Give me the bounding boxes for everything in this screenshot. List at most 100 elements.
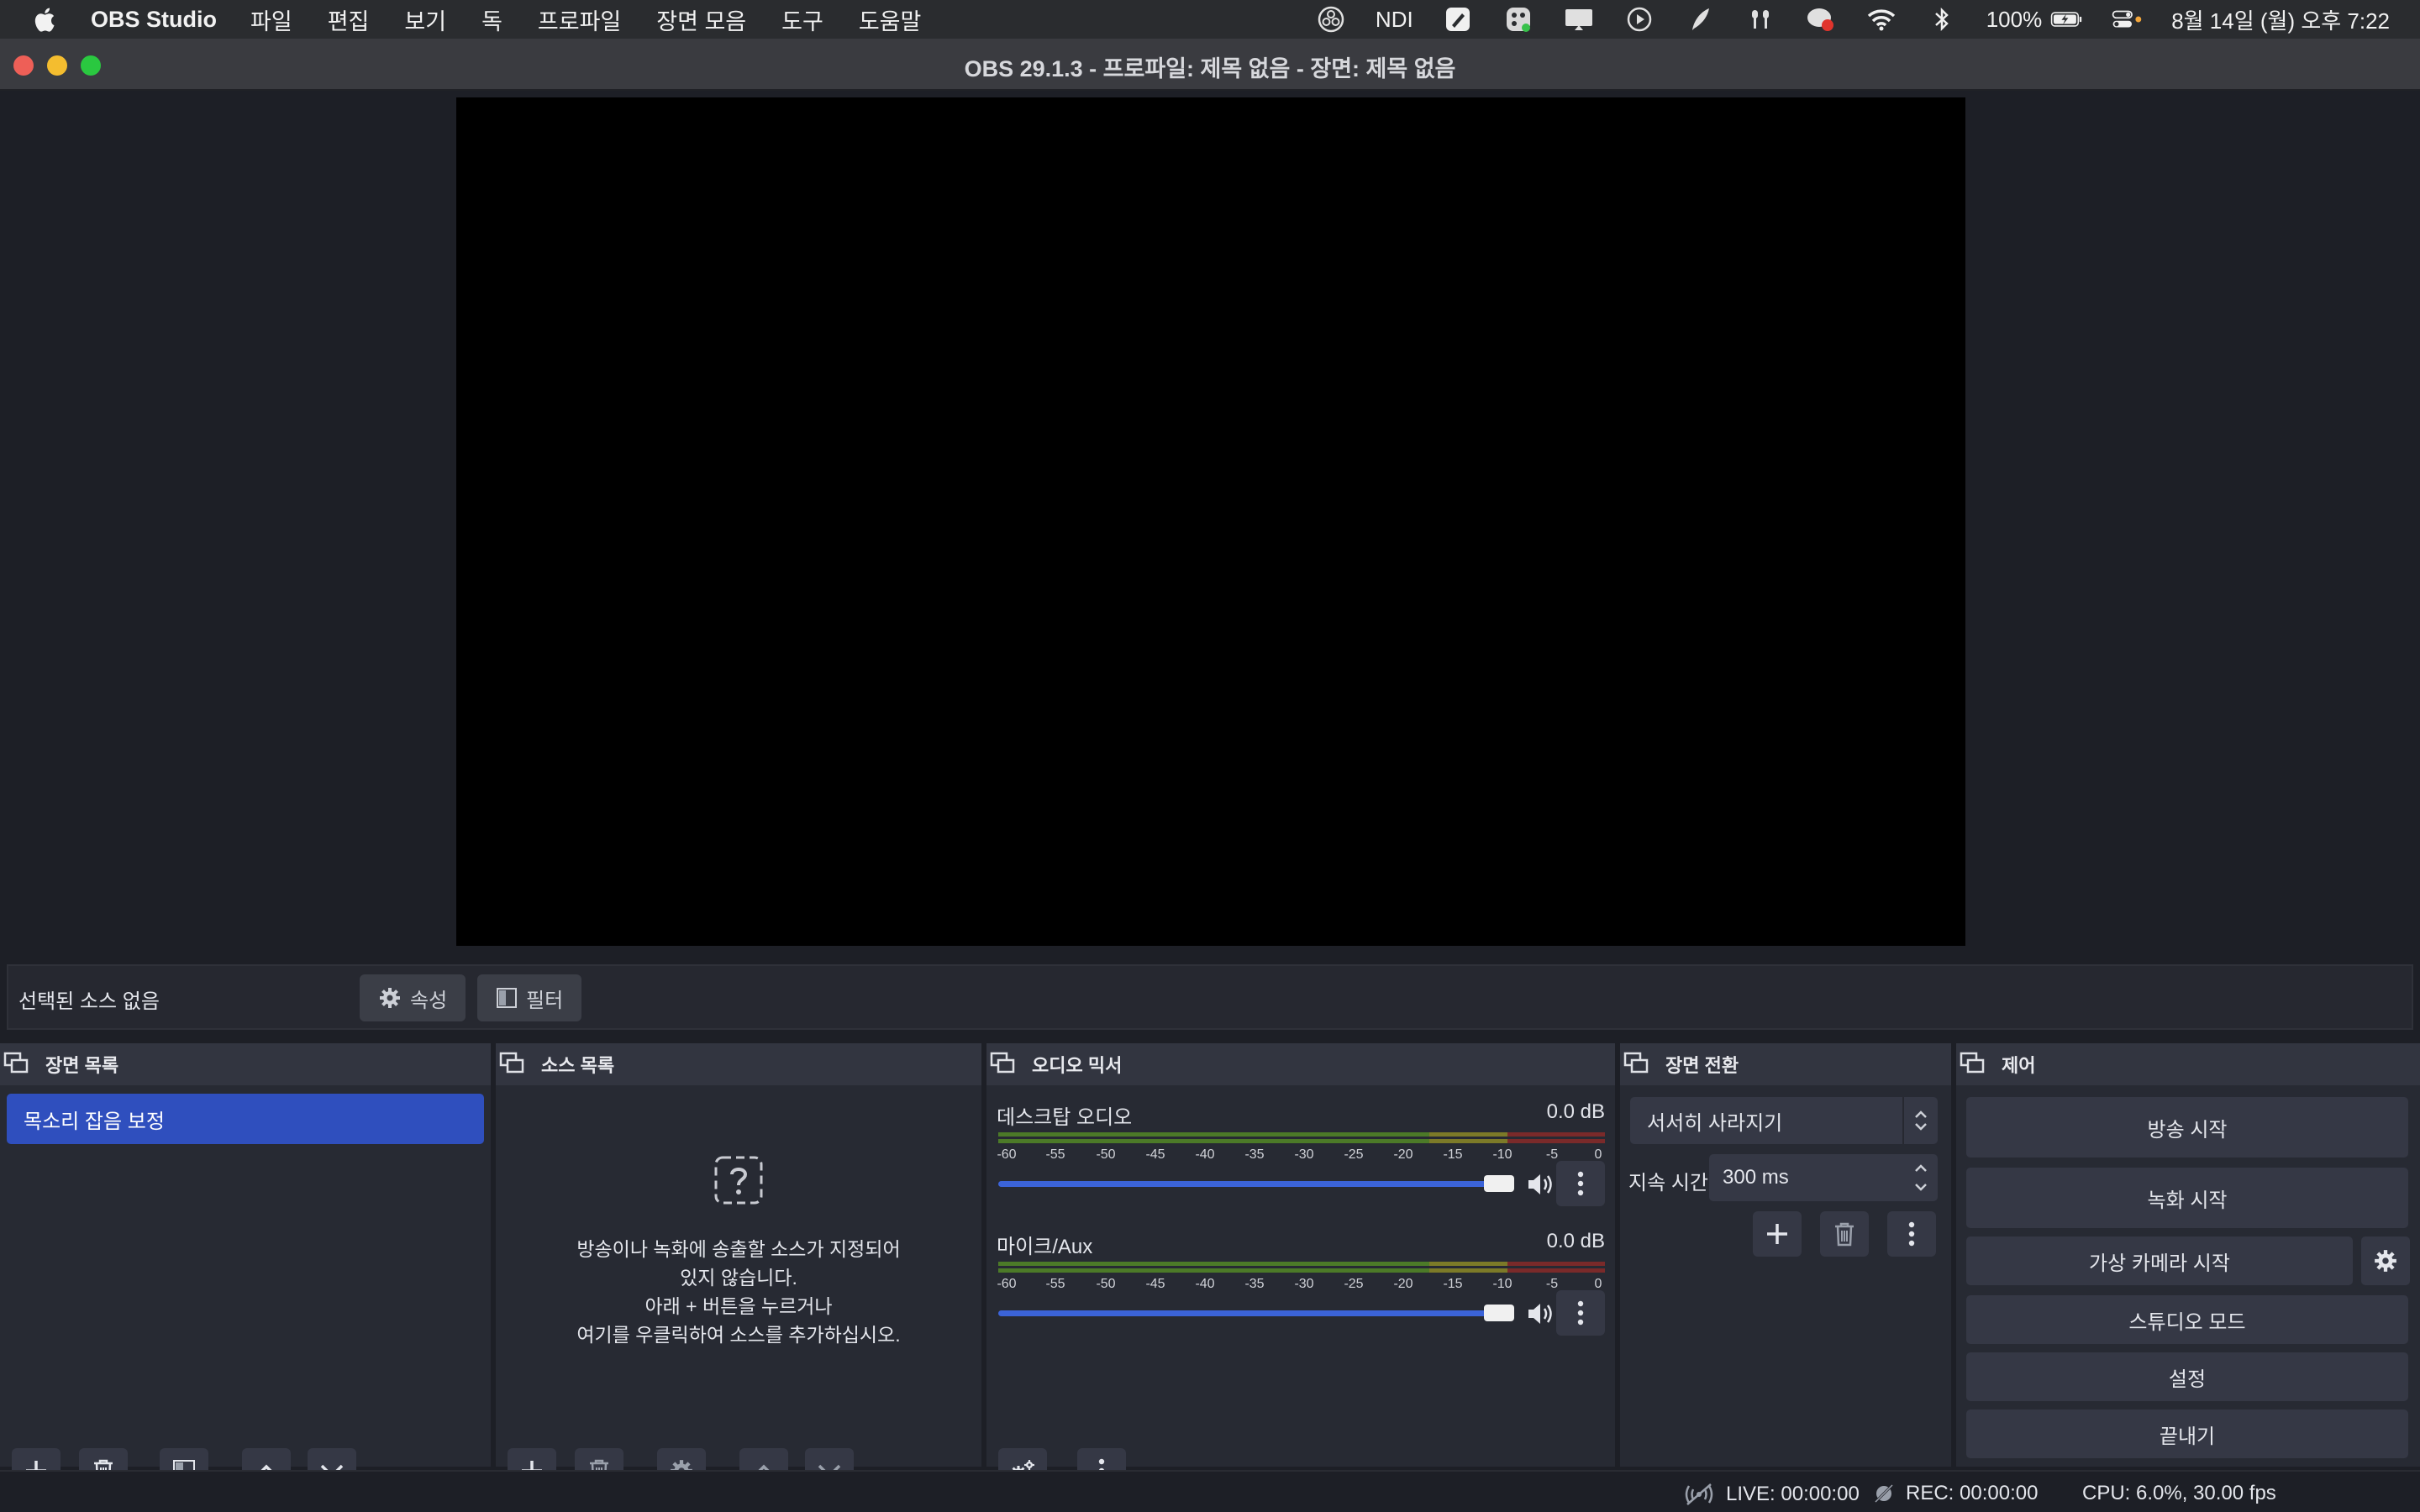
virtual-camera-config-button[interactable]: [2361, 1236, 2410, 1285]
controls-body: 방송 시작 녹화 시작 가상 카메라 시작 스튜디오 모드 설정 끝내기: [1956, 1085, 2420, 1467]
tick-label: -15: [1443, 1147, 1463, 1162]
wifi-tray-icon[interactable]: [1865, 3, 1897, 35]
scenes-dock-header[interactable]: 장면 목록: [0, 1043, 491, 1085]
scenes-list: 목소리 잡음 보정: [0, 1085, 491, 1494]
filters-button[interactable]: 필터: [477, 974, 582, 1021]
start-virtual-camera-button[interactable]: 가상 카메라 시작: [1966, 1236, 2353, 1285]
menu-edit[interactable]: 편집: [328, 3, 370, 36]
broadcast-off-icon: [1685, 1483, 1713, 1505]
tick-label: -30: [1294, 1277, 1314, 1291]
spinner-arrows-icon[interactable]: [1911, 1158, 1931, 1198]
studio-mode-button[interactable]: 스튜디오 모드: [1966, 1295, 2408, 1344]
menu-dock[interactable]: 독: [481, 3, 502, 36]
mixer-channel: 데스크탑 오디오 0.0 dB -60 -55 -50 -45 -40 -35 …: [997, 1100, 1605, 1210]
dock-undock-icon[interactable]: [3, 1052, 30, 1077]
context-bar: 선택된 소스 없음 속성 필터: [7, 964, 2413, 1030]
sources-dock-header[interactable]: 소스 목록: [496, 1043, 981, 1085]
question-icon: [714, 1156, 763, 1205]
sources-empty-line: 여기를 우클릭하여 소스를 추가하십시오.: [576, 1324, 901, 1346]
tick-label: -45: [1145, 1277, 1165, 1291]
dock-undock-icon[interactable]: [990, 1052, 1017, 1077]
ndi-tray-label[interactable]: NDI: [1376, 7, 1413, 33]
menu-scene-collection[interactable]: 장면 모음: [656, 3, 746, 36]
channel-menu-button[interactable]: [1556, 1290, 1605, 1336]
duration-spinbox[interactable]: 300 ms: [1709, 1154, 1938, 1201]
menu-profile[interactable]: 프로파일: [538, 3, 621, 36]
speaker-icon[interactable]: [1526, 1300, 1556, 1327]
volume-slider-handle[interactable]: [1484, 1175, 1514, 1192]
remove-transition-button[interactable]: [1820, 1211, 1869, 1257]
grid-app-tray-icon[interactable]: [1502, 3, 1534, 35]
rec-status: REC: 00:00:00: [1872, 1482, 2038, 1505]
audio-mixer-dock-title: 오디오 믹서: [1032, 1055, 1123, 1076]
tick-label: -10: [1492, 1147, 1512, 1162]
obs-tray-icon[interactable]: [1315, 3, 1347, 35]
live-status: LIVE: 00:00:00: [1682, 1482, 1860, 1507]
tick-label: -30: [1294, 1147, 1314, 1162]
tick-label: -60: [997, 1277, 1017, 1291]
dock-undock-icon[interactable]: [1960, 1052, 1986, 1077]
menu-tools[interactable]: 도구: [781, 3, 823, 36]
chat-tray-icon[interactable]: [1805, 3, 1837, 35]
scene-item[interactable]: 목소리 잡음 보정: [7, 1094, 484, 1144]
duration-value: 300 ms: [1723, 1166, 1789, 1189]
pen-tray-icon[interactable]: [1442, 3, 1474, 35]
tick-label: -60: [997, 1147, 1017, 1162]
channel-menu-button[interactable]: [1556, 1161, 1605, 1206]
tick-label: -15: [1443, 1277, 1463, 1291]
cpu-status: CPU: 6.0%, 30.00 fps: [2082, 1482, 2276, 1505]
control-center-icon[interactable]: [2111, 3, 2143, 35]
filters-label: 필터: [526, 989, 564, 1012]
feather-tray-icon[interactable]: [1684, 3, 1716, 35]
add-transition-button[interactable]: [1753, 1211, 1802, 1257]
status-bar: LIVE: 00:00:00 REC: 00:00:00 CPU: 6.0%, …: [0, 1470, 2420, 1512]
controls-dock-title: 제어: [2002, 1055, 2036, 1076]
menu-clock[interactable]: 8월 14일 (월) 오후 7:22: [2171, 4, 2390, 35]
transition-menu-button[interactable]: [1887, 1211, 1936, 1257]
display-tray-icon[interactable]: [1563, 3, 1595, 35]
channel-name: 마이크/Aux: [997, 1236, 1093, 1258]
menu-file[interactable]: 파일: [250, 3, 292, 36]
transitions-dock-header[interactable]: 장면 전환: [1620, 1043, 1951, 1085]
tick-label: -25: [1344, 1147, 1364, 1162]
battery-icon[interactable]: [2050, 3, 2082, 35]
trash-icon: [1835, 1222, 1854, 1247]
volume-slider[interactable]: [998, 1310, 1502, 1316]
start-streaming-button[interactable]: 방송 시작: [1966, 1097, 2408, 1158]
dock-undock-icon[interactable]: [499, 1052, 526, 1077]
transition-select[interactable]: 서서히 사라지기: [1630, 1097, 1938, 1144]
tick-label: -40: [1195, 1147, 1215, 1162]
exit-button[interactable]: 끝내기: [1966, 1410, 2408, 1458]
tick-label: -5: [1545, 1277, 1559, 1291]
channel-db: 0.0 dB: [1546, 1230, 1605, 1252]
window-title-bar: OBS 29.1.3 - 프로파일: 제목 없음 - 장면: 제목 없음: [0, 39, 2420, 91]
mixer-channel: 마이크/Aux 0.0 dB -60 -55 -50 -45 -40 -35 -…: [997, 1230, 1605, 1339]
dock-undock-icon[interactable]: [1623, 1052, 1650, 1077]
selected-source-label: 선택된 소스 없음: [18, 990, 160, 1013]
menu-help[interactable]: 도움말: [859, 3, 922, 36]
channel-db: 0.0 dB: [1546, 1100, 1605, 1123]
bluetooth-tray-icon[interactable]: [1926, 3, 1958, 35]
controls-dock-header[interactable]: 제어: [1956, 1043, 2420, 1085]
menu-view[interactable]: 보기: [404, 3, 446, 36]
volume-slider-handle[interactable]: [1484, 1305, 1514, 1321]
tick-label: -55: [1045, 1277, 1065, 1291]
sources-empty-hint: 방송이나 녹화에 송출할 소스가 지정되어 있지 않습니다. 아래 + 버튼을 …: [496, 1154, 981, 1349]
audio-mixer-dock-header[interactable]: 오디오 믹서: [986, 1043, 1615, 1085]
rec-timer: REC: 00:00:00: [1906, 1482, 2039, 1504]
apple-icon[interactable]: [29, 3, 62, 36]
start-recording-button[interactable]: 녹화 시작: [1966, 1168, 2408, 1228]
menu-app-name[interactable]: OBS Studio: [91, 7, 217, 33]
tick-label: -50: [1096, 1277, 1116, 1291]
more-vertical-icon: [1577, 1300, 1584, 1326]
transitions-body: 서서히 사라지기 지속 시간 300 ms: [1620, 1085, 1951, 1467]
sources-list[interactable]: 방송이나 녹화에 송출할 소스가 지정되어 있지 않습니다. 아래 + 버튼을 …: [496, 1085, 981, 1494]
properties-button[interactable]: 속성: [360, 974, 466, 1021]
preview-canvas[interactable]: [456, 97, 1965, 946]
play-circle-tray-icon[interactable]: [1623, 3, 1655, 35]
settings-button[interactable]: 설정: [1966, 1352, 2408, 1401]
airpods-tray-icon[interactable]: [1744, 3, 1776, 35]
battery-percent: 100%: [1986, 6, 2043, 32]
volume-slider[interactable]: [998, 1181, 1502, 1187]
speaker-icon[interactable]: [1526, 1171, 1556, 1198]
